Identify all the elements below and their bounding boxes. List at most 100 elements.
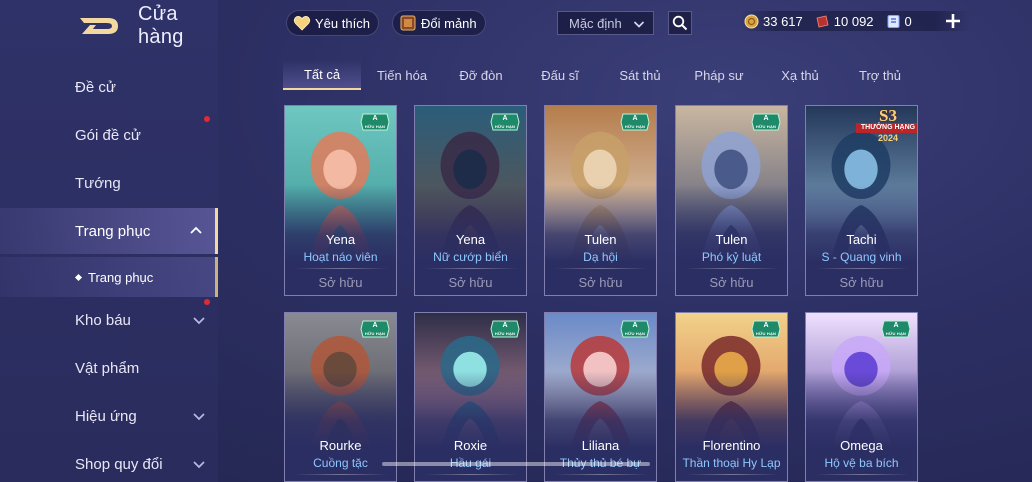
sidebar-item-label: Trang phục — [75, 222, 151, 240]
skin-card[interactable]: A HỮU HẠN Yena Nữ cướp biển Sở hữu — [414, 105, 527, 296]
limited-rank-badge: A HỮU HẠN — [490, 319, 520, 339]
tab-tank[interactable]: Đỡ đòn — [445, 60, 517, 90]
card-divider — [555, 268, 648, 269]
sidebar-subitem-skins[interactable]: Trang phục — [0, 257, 218, 297]
skin-name: Cuồng tặc — [313, 456, 368, 470]
card-divider — [295, 268, 388, 269]
ticket-currency: 0 — [886, 14, 912, 29]
chevron-down-icon — [633, 21, 645, 28]
hero-name: Florentino — [702, 438, 761, 453]
skin-card[interactable]: A HỮU HẠN Yena Hoạt náo viên Sở hữu — [284, 105, 397, 296]
sidebar-item-label: Shop quy đổi — [75, 455, 163, 473]
hero-name: Liliana — [581, 438, 620, 453]
voucher-amount: 10 092 — [833, 13, 874, 29]
skin-name: Hộ vệ ba bích — [824, 456, 899, 470]
sidebar-item-skins[interactable]: Trang phục — [0, 208, 218, 254]
sidebar-item-label: Kho báu — [75, 311, 131, 329]
card-divider — [816, 474, 909, 475]
skin-name: Dạ hội — [583, 250, 618, 264]
skin-card[interactable]: S3 THƯỞNG HẠNG 2024 Tachi S - Quang vinh Sở… — [805, 105, 918, 296]
scroll-indicator[interactable] — [382, 462, 650, 466]
ticket-icon — [887, 14, 900, 28]
card-divider — [295, 474, 388, 475]
limited-rank-badge: A HỮU HẠN — [490, 112, 520, 132]
favorites-button[interactable]: Yêu thích — [286, 10, 379, 36]
search-icon — [672, 15, 688, 31]
tab-assassin[interactable]: Sát thủ — [605, 60, 675, 90]
skin-name: Phó kỷ luật — [701, 250, 762, 264]
tab-label: Xạ thủ — [781, 67, 819, 83]
fragment-chest-icon — [400, 15, 416, 31]
skin-card[interactable]: A HỮU HẠN Omega Hộ vệ ba bích — [805, 312, 918, 482]
hero-name: Tachi — [846, 232, 877, 247]
tab-evolution[interactable]: Tiến hóa — [365, 60, 439, 90]
search-button[interactable] — [668, 11, 692, 35]
sidebar-item-treasure[interactable]: Kho báu — [0, 297, 218, 343]
store-title: Cửa hàng — [138, 3, 184, 48]
diamond-bullet-icon — [74, 273, 83, 281]
owned-status: Sở hữu — [448, 275, 493, 290]
skin-card[interactable]: A HỮU HẠN Rourke Cuồng tặc — [284, 312, 397, 482]
skin-card[interactable]: A HỮU HẠN Florentino Thần thoại Hy Lạp — [675, 312, 788, 482]
limited-rank-badge: A HỮU HẠN — [360, 112, 390, 132]
hero-name: Tulen — [584, 232, 617, 247]
sidebar-item-items[interactable]: Vật phẩm — [0, 345, 218, 391]
tab-marksman[interactable]: Xạ thủ — [765, 60, 835, 90]
sidebar-item-heroes[interactable]: Tướng — [0, 160, 218, 206]
season-rank-badge: S3 THƯỞNG HẠNG 2024 — [856, 106, 917, 144]
limited-rank-badge: A HỮU HẠN — [751, 112, 781, 132]
tab-support[interactable]: Trợ thủ — [845, 60, 915, 90]
hero-name: Rourke — [319, 438, 362, 453]
tab-fighter[interactable]: Đấu sĩ — [525, 60, 595, 90]
voucher-icon — [816, 15, 829, 27]
skin-card[interactable]: A HỮU HẠN Tulen Phó kỷ luật Sở hữu — [675, 105, 788, 296]
hero-name: Yena — [455, 232, 486, 247]
card-divider — [425, 268, 518, 269]
limited-rank-badge: A HỮU HẠN — [620, 112, 650, 132]
tab-label: Sát thủ — [619, 67, 661, 83]
sort-selected-value: Mặc định — [569, 15, 622, 31]
owned-status: Sở hữu — [839, 275, 884, 290]
gold-coin-icon — [744, 14, 759, 28]
chevron-up-icon — [190, 226, 202, 234]
back-logo-icon[interactable] — [78, 15, 120, 37]
limited-rank-badge: A HỮU HẠN — [751, 319, 781, 339]
limited-rank-badge: A HỮU HẠN — [360, 319, 390, 339]
tab-label: Tất cả — [303, 66, 341, 82]
tab-label: Đấu sĩ — [541, 67, 579, 83]
card-divider — [555, 474, 648, 475]
sidebar-item-label: Vật phẩm — [75, 359, 140, 377]
category-tabs: Tất cả Tiến hóa Đỡ đòn Đấu sĩ Sát thủ Ph… — [283, 60, 923, 90]
tab-all[interactable]: Tất cả — [283, 60, 361, 90]
sort-dropdown[interactable]: Mặc định — [557, 11, 654, 35]
skin-card[interactable]: A HỮU HẠN Liliana Thủy thủ bé bự — [544, 312, 657, 482]
tab-mage[interactable]: Pháp sư — [683, 60, 755, 90]
store-header: Cửa hàng — [78, 3, 218, 48]
card-divider — [425, 474, 518, 475]
chevron-down-icon — [193, 461, 205, 469]
gold-amount: 33 617 — [763, 13, 803, 29]
exchange-fragments-label: Đổi mảnh — [421, 15, 477, 31]
favorites-label: Yêu thích — [315, 15, 370, 31]
sidebar-item-label: Đề cử — [75, 78, 116, 96]
sidebar-item-effects[interactable]: Hiệu ứng — [0, 393, 218, 439]
sidebar-subitem-label: Trang phục — [88, 269, 154, 285]
limited-rank-badge: A HỮU HẠN — [881, 319, 911, 339]
sidebar-item-recommended-packs[interactable]: Gói đề cử — [0, 112, 218, 158]
exchange-fragments-button[interactable]: Đổi mảnh — [392, 10, 486, 36]
sidebar-item-exchange-shop[interactable]: Shop quy đổi — [0, 441, 218, 482]
sidebar-item-label: Gói đề cử — [75, 126, 141, 144]
skin-name: Hoạt náo viên — [303, 250, 378, 264]
card-divider — [816, 268, 909, 269]
skin-card[interactable]: A HỮU HẠN Roxie Hầu gái — [414, 312, 527, 482]
owned-status: Sở hữu — [318, 275, 363, 290]
skin-name: Thần thoại Hy Lạp — [682, 456, 781, 470]
hero-name: Omega — [840, 438, 883, 453]
sidebar-item-recommended[interactable]: Đề cử — [0, 64, 218, 110]
skin-name: Nữ cướp biển — [433, 250, 508, 264]
ticket-amount: 0 — [904, 13, 912, 29]
skin-card[interactable]: A HỮU HẠN Tulen Dạ hội Sở hữu — [544, 105, 657, 296]
skin-name: S - Quang vinh — [821, 250, 902, 264]
card-divider — [686, 474, 779, 475]
add-currency-button[interactable] — [944, 12, 962, 30]
